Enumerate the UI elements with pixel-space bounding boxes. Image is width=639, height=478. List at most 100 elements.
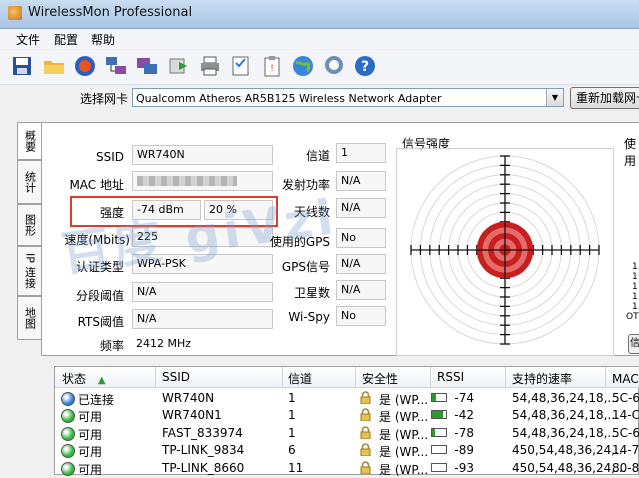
frag-threshold-label: 分段阈值: [75, 289, 124, 303]
rssi-bar: [431, 393, 447, 402]
forward-icon[interactable]: [166, 53, 192, 79]
rssi-bar-fill: [432, 411, 443, 418]
lock-icon: [360, 391, 371, 405]
row-mac: 5C-63: [612, 426, 639, 440]
wispy-label: Wi-Spy: [288, 310, 330, 324]
column-rssi[interactable]: RSSI: [437, 370, 464, 384]
frequency-label: 频率: [99, 339, 124, 353]
usage-tick: 1: [632, 282, 638, 292]
tab-ip-connections[interactable]: IP 连接: [17, 246, 41, 296]
row-security: 是 (WP...: [379, 463, 429, 477]
usage-tick: 1: [632, 292, 638, 302]
lock-icon: [360, 408, 371, 422]
rssi-bar: [431, 428, 447, 437]
column-status[interactable]: 状态 ▲: [62, 370, 106, 387]
row-channel: 1: [288, 426, 296, 440]
chat-icon[interactable]: [321, 53, 347, 79]
usage-button[interactable]: 信: [628, 334, 639, 354]
row-security: 是 (WP...: [379, 445, 429, 459]
column-ssid[interactable]: SSID: [162, 370, 190, 384]
globe-icon[interactable]: [290, 53, 316, 79]
app-icon: [8, 6, 22, 20]
row-rssi: -42: [454, 408, 474, 422]
usage-tick: 1: [632, 272, 638, 282]
satellites-label: 卫星数: [293, 286, 330, 300]
row-status: 可用: [78, 445, 103, 459]
row-security: 是 (WP...: [379, 410, 429, 424]
checklist-icon[interactable]: [228, 53, 254, 79]
status-dot-icon: [61, 427, 75, 441]
column-separator[interactable]: [355, 367, 356, 387]
gps-used-value: No: [336, 228, 386, 248]
column-separator[interactable]: [282, 367, 283, 387]
ssid-label: SSID: [95, 150, 124, 164]
usage-tick: 1: [632, 262, 638, 272]
column-separator[interactable]: [155, 367, 156, 387]
status-dot-icon: [61, 444, 75, 458]
network-icon[interactable]: [103, 53, 129, 79]
adapter-select[interactable]: Qualcomm Atheros AR5B125 Wireless Networ…: [132, 88, 564, 107]
adapter-label: 选择网卡: [80, 92, 129, 106]
status-dot-icon: [61, 462, 75, 476]
tab-graph[interactable]: 图形: [17, 204, 41, 246]
chevron-down-icon[interactable]: ▼: [546, 89, 563, 106]
gps-signal-value: N/A: [336, 254, 386, 274]
record-icon[interactable]: [72, 53, 98, 79]
row-ssid: FAST_833974: [162, 426, 243, 440]
tab-statistics[interactable]: 统计: [17, 160, 41, 204]
lock-icon: [360, 443, 371, 457]
menu-help[interactable]: 帮助: [87, 31, 119, 48]
row-mac: 14-CF: [612, 408, 639, 422]
status-dot-icon: [61, 409, 75, 423]
antenna-value: N/A: [336, 198, 386, 218]
column-separator[interactable]: [505, 367, 506, 387]
usage-tick: OTI: [626, 312, 639, 322]
save-icon[interactable]: [9, 53, 35, 79]
rssi-bar: [431, 445, 447, 454]
open-folder-icon[interactable]: [41, 53, 67, 79]
adapter-icon[interactable]: [134, 53, 160, 79]
row-channel: 11: [288, 461, 304, 475]
rssi-bar-fill: [432, 394, 436, 401]
usage-tick: 1: [632, 302, 638, 312]
lock-icon: [360, 461, 371, 475]
row-ssid: TP-LINK_8660: [162, 461, 245, 475]
menu-file[interactable]: 文件: [12, 31, 44, 48]
tx-power-value: N/A: [336, 171, 386, 191]
row-status: 可用: [78, 463, 103, 477]
help-icon[interactable]: ?: [352, 53, 378, 79]
row-rates: 54,48,36,24,18,...: [512, 426, 619, 440]
row-rssi: -93: [454, 461, 474, 475]
column-mac[interactable]: MAC 地: [612, 370, 639, 387]
row-rssi: -74: [454, 391, 474, 405]
row-rssi: -78: [454, 426, 474, 440]
svg-text:!: !: [270, 64, 274, 74]
menu-config[interactable]: 配置: [50, 31, 82, 48]
satellites-value: N/A: [336, 280, 386, 300]
row-rates: 54,48,36,24,18,...: [512, 408, 619, 422]
ssid-value: WR740N: [132, 145, 273, 165]
reload-adapter-button[interactable]: 重新加载网卡: [570, 87, 639, 109]
sort-ascending-icon: ▲: [97, 375, 106, 386]
clipboard-icon[interactable]: !: [259, 53, 285, 79]
row-status: 可用: [78, 410, 103, 424]
column-security[interactable]: 安全性: [362, 370, 398, 387]
printer-icon[interactable]: [197, 53, 223, 79]
row-ssid: WR740N: [162, 391, 215, 405]
tab-map[interactable]: 地图: [17, 296, 41, 340]
frequency-value: 2412 MHz: [136, 337, 192, 350]
row-channel: 1: [288, 391, 296, 405]
column-separator[interactable]: [605, 367, 606, 387]
column-rates[interactable]: 支持的速率: [512, 370, 572, 387]
tab-summary[interactable]: 概要: [17, 122, 41, 160]
row-mac: 80-89: [612, 461, 639, 475]
column-channel[interactable]: 信道: [288, 370, 312, 387]
row-rates: 450,54,48,36,24,...: [512, 443, 627, 457]
status-dot-icon: [61, 392, 75, 406]
rssi-bar: [431, 463, 447, 472]
row-mac: 14-75: [612, 443, 639, 457]
wispy-value: No: [336, 306, 386, 326]
column-separator[interactable]: [430, 367, 431, 387]
mac-label: MAC 地址: [69, 178, 124, 192]
svg-text:?: ?: [361, 59, 369, 75]
